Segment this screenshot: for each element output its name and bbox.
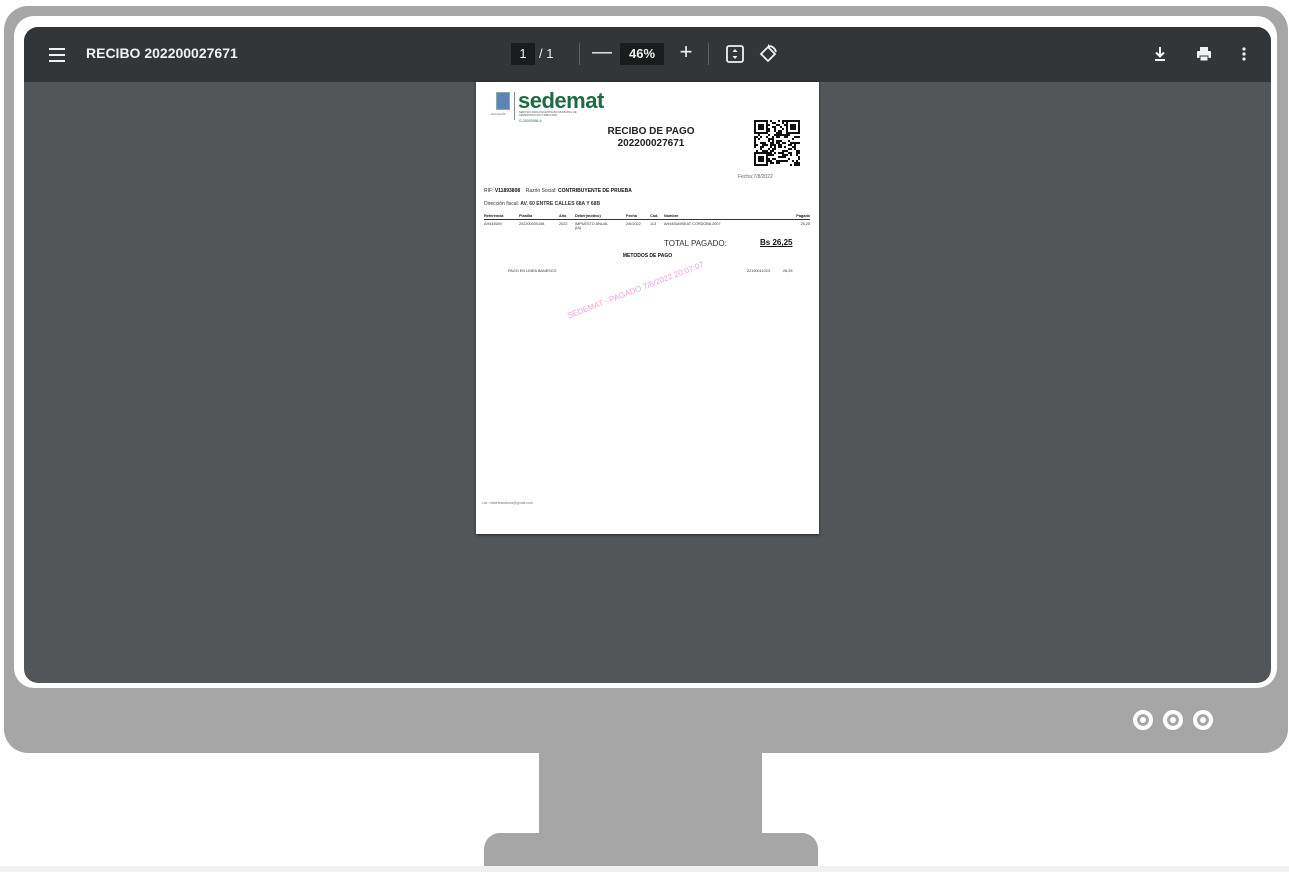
document-title: RECIBO 202200027671: [86, 45, 238, 61]
brand-rif: G-20003956-4: [519, 119, 542, 123]
zoom-in-button[interactable]: +: [674, 41, 698, 65]
more-vertical-icon[interactable]: [1232, 42, 1256, 66]
fit-to-page-icon[interactable]: [724, 43, 746, 65]
column-header: Fecha: [626, 214, 637, 218]
receipt-heading: RECIBO DE PAGO: [607, 126, 695, 137]
user-footer: Usr: rafaelescalona@gmail.com: [482, 501, 533, 505]
table-cell: 26,25: [800, 222, 810, 226]
column-header: Deber(motivo): [575, 214, 601, 218]
razon-value: CONTRIBUYENTE DE PRUEBA: [557, 188, 632, 194]
rif-label: RIF:: [484, 188, 494, 194]
receipt-number: 202200027671: [617, 138, 685, 149]
print-icon[interactable]: [1192, 42, 1216, 66]
column-header: Planilla: [519, 214, 533, 218]
taxpayer-line: RIF: V11893808 Razón Social: CONTRIBUYEN…: [484, 188, 632, 194]
floor-strip: [0, 866, 1289, 872]
pdf-viewer-screen: RECIBO 202200027671 1 / 1 — 46% + ALCALD…: [24, 27, 1271, 683]
direccion-label: Dirección fiscal:: [484, 201, 520, 207]
table-cell: 2/6/2022: [626, 222, 641, 226]
pdf-page: ALCALDÍA sedemat SERVICIO DESCONCENTRADO…: [476, 82, 819, 534]
logo-caption: ALCALDÍA: [491, 112, 506, 116]
address-line: Dirección fiscal: AV. 60 ENTRE CALLES 68…: [484, 201, 600, 207]
indicator-dot: [1193, 710, 1213, 730]
total-label: TOTAL PAGADO:: [664, 239, 727, 248]
page-number-input[interactable]: 1: [511, 43, 535, 65]
direccion-value: AV. 60 ENTRE CALLES 68A Y 68B: [520, 201, 601, 207]
zoom-level-input[interactable]: 46%: [620, 43, 664, 65]
toolbar-divider: [579, 43, 580, 65]
payment-amount: 26,25: [783, 269, 793, 273]
column-header: Referencia: [484, 214, 504, 218]
receipt-date: Fecha:7/8/2022: [738, 174, 773, 180]
razon-label: Razón Social:: [525, 188, 557, 194]
download-icon[interactable]: [1148, 42, 1172, 66]
table-cell: AH445UMSEAT CORDOBA 2007: [664, 222, 721, 226]
page-total: / 1: [539, 46, 554, 61]
table-cell: 2022: [559, 222, 568, 226]
receipt-title: RECIBO DE PAGO 202200027671: [596, 126, 706, 150]
indicator-dot: [1163, 710, 1183, 730]
alcaldia-logo-icon: [496, 92, 510, 110]
table-row: AH445UM 202200000158 2022 IMPUESTO ANUAL…: [484, 222, 810, 232]
table-cell: AH445UM: [484, 222, 502, 226]
zoom-out-button[interactable]: —: [590, 41, 614, 65]
menu-icon[interactable]: [44, 42, 70, 68]
payment-method: PAGO EN LINEA BANESCO: [508, 269, 557, 273]
indicator-dot: [1133, 710, 1153, 730]
toolbar-divider: [708, 43, 709, 65]
table-header: Referencia Planilla Año Deber(motivo) Fe…: [484, 214, 810, 220]
column-header: Nombre: [664, 214, 679, 218]
monitor-indicator-dots: [1133, 710, 1213, 730]
total-value: Bs 26,25: [760, 238, 793, 247]
logo-divider: [514, 92, 515, 120]
rif-value: V11893808: [494, 188, 521, 194]
payment-methods-title: METODOS DE PAGO: [622, 253, 673, 259]
monitor-stand-neck: [539, 752, 762, 836]
rotate-icon[interactable]: [756, 42, 780, 66]
payment-reference: 22190011023: [747, 269, 770, 273]
column-header: Pagado: [796, 214, 810, 218]
column-header: Año: [559, 214, 567, 218]
table-cell: 113: [650, 222, 657, 226]
monitor-mockup: RECIBO 202200027671 1 / 1 — 46% + ALCALD…: [0, 0, 1289, 872]
brand-subtitle: SERVICIO DESCONCENTRADO MUNICIPAL DE ADM…: [519, 111, 577, 117]
column-header: Cód.: [650, 214, 659, 218]
pdf-toolbar: RECIBO 202200027671 1 / 1 — 46% +: [24, 27, 1271, 82]
qr-code-icon: [754, 120, 800, 166]
table-cell: 202200000158: [519, 222, 545, 226]
table-cell: IMPUESTO ANUAL (IA): [575, 222, 609, 230]
paid-watermark: SEDEMAT - PAGADO 7/8/2022 20:07:07: [566, 259, 705, 321]
